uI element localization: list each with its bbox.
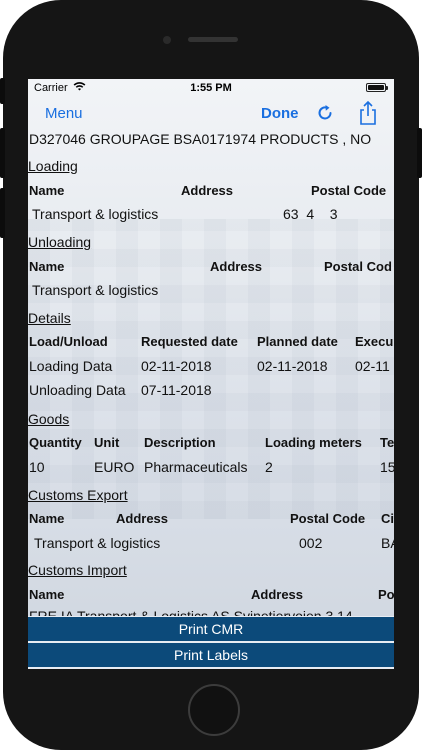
app-screen: Carrier 1:55 PM Menu Done D327046 GROUPA… [28, 79, 394, 669]
column-header: Name [29, 183, 65, 198]
customs-export-title: Customs Export [28, 487, 128, 503]
column-header: Loading meters [265, 435, 362, 450]
home-button[interactable] [188, 684, 240, 736]
status-bar: Carrier 1:55 PM [28, 79, 394, 97]
column-header: Execu [355, 334, 394, 349]
column-header: Requested date [141, 334, 238, 349]
refresh-icon[interactable] [314, 102, 336, 124]
details-title: Details [28, 310, 71, 326]
power-button [417, 128, 422, 178]
earpiece-speaker [188, 37, 238, 42]
column-header: Address [210, 259, 263, 274]
goods-section: Goods [28, 411, 394, 431]
customs-export-name: Transport & logistics [34, 535, 161, 551]
column-header: Postal Code [311, 183, 387, 198]
share-icon[interactable] [357, 100, 379, 125]
goods-cell: 15 [380, 459, 394, 475]
column-header: Unit [94, 435, 120, 450]
unloading-row: Transport & logistics [28, 282, 394, 302]
status-time: 1:55 PM [190, 82, 232, 94]
print-cmr-button[interactable]: Print CMR [28, 617, 394, 641]
details-header-row: Load/Unload Requested date Planned date … [28, 334, 394, 354]
details-cell: 02-11 [355, 358, 390, 374]
column-header: Te [380, 435, 394, 450]
loading-row: Transport & logistics 63 4 3 [28, 206, 394, 226]
front-camera [163, 36, 171, 44]
column-header: Postal Code [290, 511, 366, 526]
unloading-title: Unloading [28, 234, 92, 250]
column-header: Name [29, 587, 65, 602]
column-header: Ci [381, 511, 394, 526]
customs-export-section: Customs Export [28, 487, 394, 507]
customs-import-title: Customs Import [28, 562, 127, 578]
volume-up-button [0, 128, 5, 178]
goods-cell: 2 [265, 459, 273, 475]
print-labels-button[interactable]: Print Labels [28, 643, 394, 667]
customs-import-section: Customs Import [28, 562, 394, 582]
details-section: Details [28, 310, 394, 330]
unloading-section: Unloading [28, 234, 394, 254]
goods-cell: EURO [94, 459, 135, 475]
column-header: Address [116, 511, 169, 526]
column-header: Po [378, 587, 394, 602]
customs-export-header-row: Name Address Postal Code Ci [28, 511, 394, 531]
loading-header-row: Name Address Postal Code [28, 183, 394, 203]
goods-header-row: Quantity Unit Description Loading meters… [28, 435, 394, 455]
goods-cell: Pharmaceuticals [144, 459, 248, 475]
menu-button[interactable]: Menu [45, 105, 83, 122]
mute-switch [0, 78, 5, 104]
goods-cell: 10 [29, 459, 45, 475]
bottom-action-bar: Print CMR Print Labels [28, 616, 394, 669]
details-row: Unloading Data 07-11-2018 [28, 382, 394, 402]
column-header: Name [29, 259, 65, 274]
details-cell: 02-11-2018 [141, 358, 212, 374]
loading-postal-code: 63 4 3 [283, 206, 338, 222]
done-button[interactable]: Done [261, 105, 299, 122]
details-cell: 02-11-2018 [257, 358, 328, 374]
goods-row: 10 EURO Pharmaceuticals 2 15 [28, 459, 394, 479]
shipment-header: D327046 GROUPAGE BSA0171974 PRODUCTS , N… [28, 131, 394, 151]
loading-section: Loading [28, 158, 394, 178]
column-header: Planned date [257, 334, 338, 349]
battery-icon [366, 83, 388, 92]
details-row: Loading Data 02-11-2018 02-11-2018 02-11 [28, 358, 394, 378]
loading-name: Transport & logistics [32, 206, 159, 222]
column-header: Load/Unload [29, 334, 108, 349]
unloading-name: Transport & logistics [32, 282, 159, 298]
shipment-header-text: D327046 GROUPAGE BSA0171974 PRODUCTS , N… [29, 131, 372, 147]
goods-title: Goods [28, 411, 70, 427]
details-cell: Loading Data [29, 358, 113, 374]
customs-export-row: Transport & logistics 002 BA [28, 535, 394, 555]
column-header: Postal Cod [324, 259, 392, 274]
column-header: Address [181, 183, 234, 198]
column-header: Description [144, 435, 216, 450]
details-cell: 07-11-2018 [141, 382, 212, 398]
column-header: Quantity [29, 435, 82, 450]
loading-title: Loading [28, 158, 78, 174]
customs-export-city: BA [381, 535, 394, 551]
unloading-header-row: Name Address Postal Cod [28, 259, 394, 279]
column-header: Name [29, 511, 65, 526]
customs-import-header-row: Name Address Po [28, 587, 394, 607]
customs-export-postal-code: 002 [299, 535, 323, 551]
navigation-bar: Menu Done [28, 97, 394, 131]
volume-down-button [0, 188, 5, 238]
column-header: Address [251, 587, 304, 602]
details-cell: Unloading Data [29, 382, 126, 398]
